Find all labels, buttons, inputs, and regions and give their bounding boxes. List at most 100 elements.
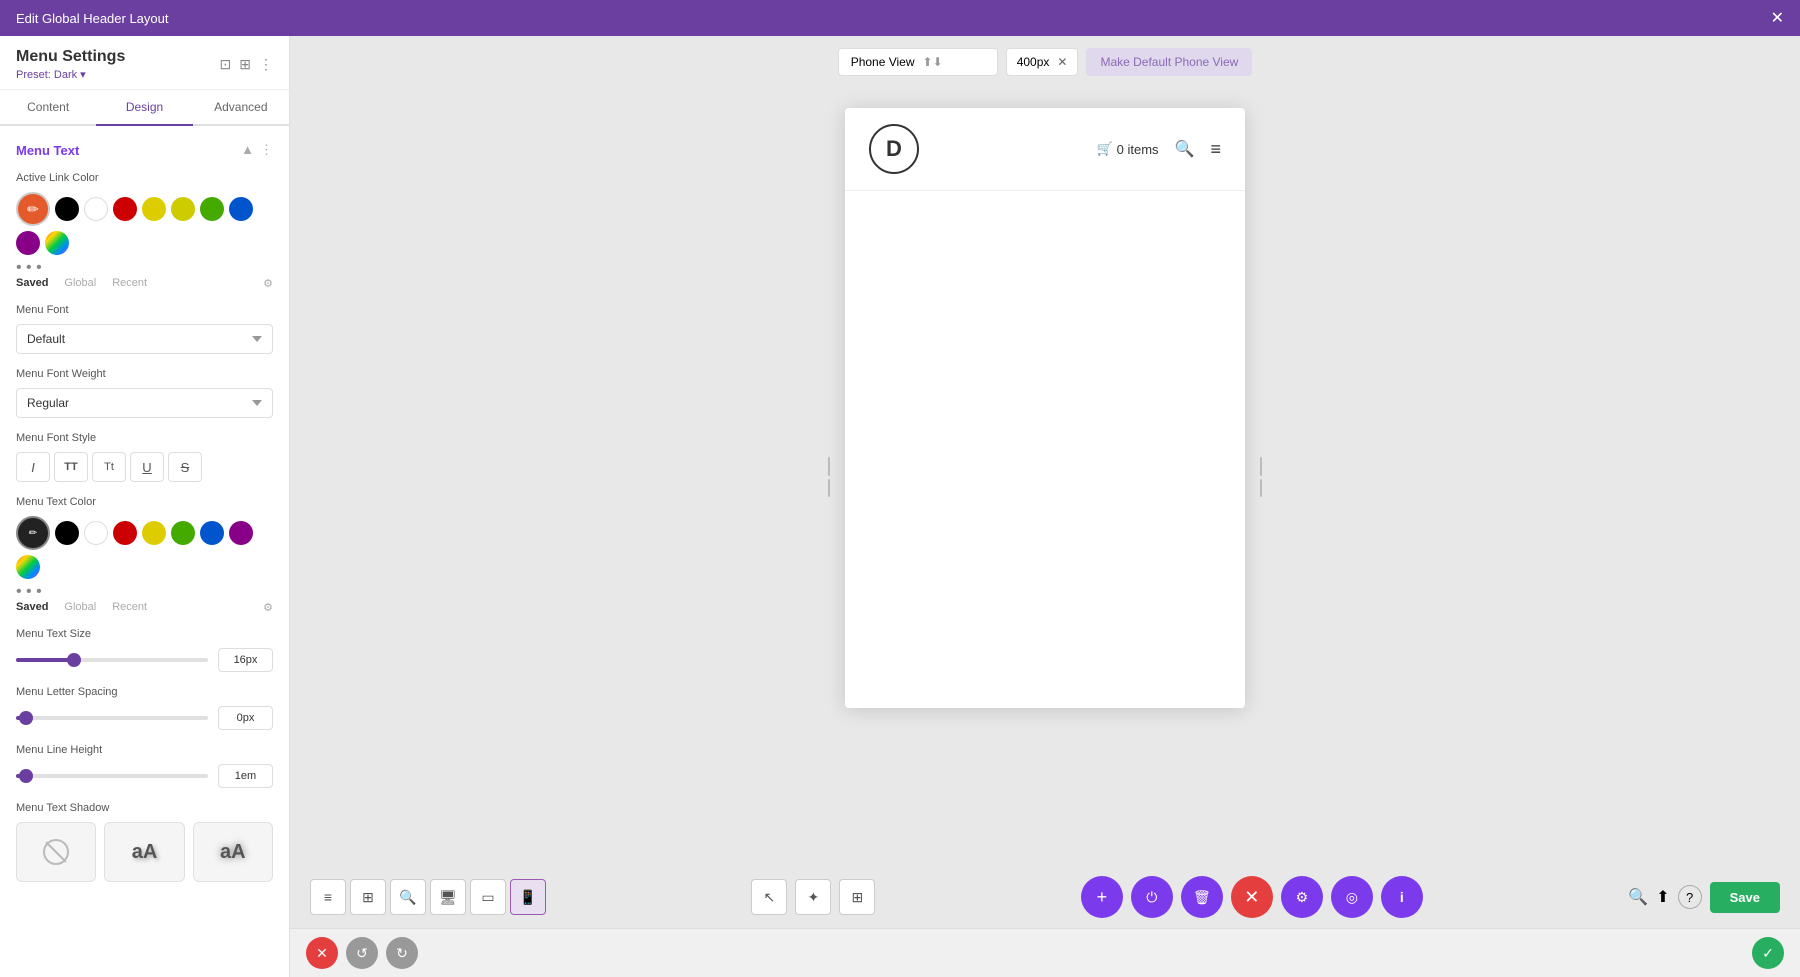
style-uppercase-btn[interactable]: TT <box>54 452 88 482</box>
menu-letter-spacing-input[interactable] <box>218 706 273 730</box>
menu-text-size-track[interactable] <box>16 658 208 662</box>
text-color-settings-icon[interactable]: ⚙ <box>263 601 273 614</box>
desktop-tool-btn[interactable]: 🖥 <box>430 879 466 915</box>
panel-icon-3[interactable]: ⋮ <box>259 56 273 73</box>
color-settings-icon[interactable]: ⚙ <box>263 277 273 290</box>
tab-design[interactable]: Design <box>96 90 192 126</box>
menu-line-height-label: Menu Line Height <box>16 744 273 756</box>
text-color-swatch-purple[interactable] <box>229 521 253 545</box>
menu-line-height-track[interactable] <box>16 774 208 778</box>
help-icon[interactable]: ? <box>1678 885 1702 909</box>
section-collapse-icon[interactable]: ▲ <box>241 142 254 158</box>
add-btn[interactable]: + <box>1081 876 1123 918</box>
shadow-none-btn[interactable] <box>16 822 96 882</box>
text-color-swatch-red[interactable] <box>113 521 137 545</box>
text-color-more-btn[interactable]: • • • <box>16 583 273 601</box>
text-color-swatch-blue[interactable] <box>200 521 224 545</box>
color-swatch-black[interactable] <box>55 197 79 221</box>
tab-advanced[interactable]: Advanced <box>193 90 289 126</box>
power-btn[interactable]: ⏻ <box>1131 876 1173 918</box>
text-color-swatch-green[interactable] <box>171 521 195 545</box>
save-btn[interactable]: Save <box>1710 882 1780 913</box>
color-swatch-lime[interactable] <box>171 197 195 221</box>
menu-text-color-selected[interactable]: ✏ <box>16 516 50 550</box>
menu-letter-spacing-slider-row <box>16 706 273 730</box>
share-icon[interactable]: ⬆ <box>1656 887 1669 907</box>
active-link-color-selected[interactable]: ✏ <box>16 192 50 226</box>
color-more-btn[interactable]: • • • <box>16 259 273 277</box>
text-color-tab-global[interactable]: Global <box>64 601 96 614</box>
color-swatch-white[interactable] <box>84 197 108 221</box>
style-capitalize-btn[interactable]: Tt <box>92 452 126 482</box>
settings-btn[interactable]: ⚙ <box>1281 876 1323 918</box>
preview-menu-icon[interactable]: ≡ <box>1210 139 1221 160</box>
text-color-swatch-black[interactable] <box>55 521 79 545</box>
viewport-select[interactable]: Phone View ⬆⬇ <box>838 48 998 76</box>
color-tab-recent[interactable]: Recent <box>112 277 147 290</box>
cancel-action-btn[interactable]: ✕ <box>306 937 338 969</box>
confirm-action-btn[interactable]: ✓ <box>1752 937 1784 969</box>
text-color-tab-recent[interactable]: Recent <box>112 601 147 614</box>
text-color-tab-saved[interactable]: Saved <box>16 601 48 614</box>
text-color-swatch-white[interactable] <box>84 521 108 545</box>
viewport-width-value[interactable]: 400px <box>1017 55 1050 69</box>
grid-tool-btn[interactable]: ⊞ <box>350 879 386 915</box>
color-picker-icon[interactable] <box>45 231 69 255</box>
layout-tool-btn[interactable]: ▭ <box>470 879 506 915</box>
color-tab-global[interactable]: Global <box>64 277 96 290</box>
shadow-style2-btn[interactable]: aA <box>193 822 273 882</box>
style-italic-btn[interactable]: I <box>16 452 50 482</box>
make-default-btn[interactable]: Make Default Phone View <box>1086 48 1252 76</box>
color-swatch-purple[interactable] <box>16 231 40 255</box>
cart-text: 0 items <box>1117 142 1159 157</box>
panel-icon-2[interactable]: ⊞ <box>239 56 251 73</box>
close-circle-btn[interactable]: ✕ <box>1231 876 1273 918</box>
grid-view-tool-btn[interactable]: ⊞ <box>839 879 875 915</box>
color-swatch-yellow[interactable] <box>142 197 166 221</box>
menu-letter-spacing-track[interactable] <box>16 716 208 720</box>
menu-font-select[interactable]: Default <box>16 324 273 354</box>
tabs: Content Design Advanced <box>0 90 289 126</box>
menu-letter-spacing-label: Menu Letter Spacing <box>16 686 273 698</box>
text-color-picker-icon[interactable] <box>16 555 40 579</box>
menu-line-height-input[interactable] <box>218 764 273 788</box>
phone-tool-btn[interactable]: 📱 <box>510 879 546 915</box>
select-tool-btn[interactable]: ↖ <box>751 879 787 915</box>
panel-icon-1[interactable]: ⊡ <box>220 56 232 73</box>
color-swatch-red[interactable] <box>113 197 137 221</box>
right-resize-handle[interactable] <box>1257 457 1265 497</box>
preview-search-icon[interactable]: 🔍 <box>1175 139 1195 159</box>
menu-letter-spacing-group: Menu Letter Spacing <box>16 686 273 730</box>
text-color-swatch-yellow[interactable] <box>142 521 166 545</box>
left-resize-handle[interactable] <box>825 457 833 497</box>
search-right-icon[interactable]: 🔍 <box>1628 887 1648 907</box>
style-strikethrough-btn[interactable]: S <box>168 452 202 482</box>
close-icon[interactable]: ✕ <box>1771 8 1784 28</box>
viewport-select-label: Phone View <box>851 55 915 69</box>
delete-btn[interactable]: 🗑 <box>1181 876 1223 918</box>
tab-content[interactable]: Content <box>0 90 96 126</box>
transform-tool-btn[interactable]: ✦ <box>795 879 831 915</box>
color-tabs: Saved Global Recent ⚙ <box>16 277 273 290</box>
color-swatch-blue[interactable] <box>229 197 253 221</box>
undo-action-btn[interactable]: ↺ <box>346 937 378 969</box>
section-menu-icon[interactable]: ⋮ <box>260 142 273 158</box>
active-link-color-swatches: ✏ <box>16 192 273 255</box>
preview-nav: 🛒 0 items 🔍 ≡ <box>1096 139 1221 160</box>
section-header: Menu Text ▲ ⋮ <box>16 142 273 158</box>
viewport-close-icon[interactable]: ✕ <box>1057 55 1067 69</box>
menu-font-weight-select[interactable]: Regular <box>16 388 273 418</box>
redo-action-btn[interactable]: ↻ <box>386 937 418 969</box>
menu-text-color-swatches: ✏ <box>16 516 273 579</box>
info-btn[interactable]: i <box>1381 876 1423 918</box>
rows-tool-btn[interactable]: ≡ <box>310 879 346 915</box>
color-tab-saved[interactable]: Saved <box>16 277 48 290</box>
menu-text-size-input[interactable] <box>218 648 273 672</box>
color-swatch-green[interactable] <box>200 197 224 221</box>
target-btn[interactable]: ◎ <box>1331 876 1373 918</box>
shadow-style1-btn[interactable]: aA <box>104 822 184 882</box>
preview-frame: D 🛒 0 items 🔍 ≡ <box>845 108 1245 708</box>
circle-buttons-group: + ⏻ 🗑 ✕ ⚙ ◎ i <box>1081 876 1423 918</box>
style-underline-btn[interactable]: U <box>130 452 164 482</box>
search-tool-btn[interactable]: 🔍 <box>390 879 426 915</box>
